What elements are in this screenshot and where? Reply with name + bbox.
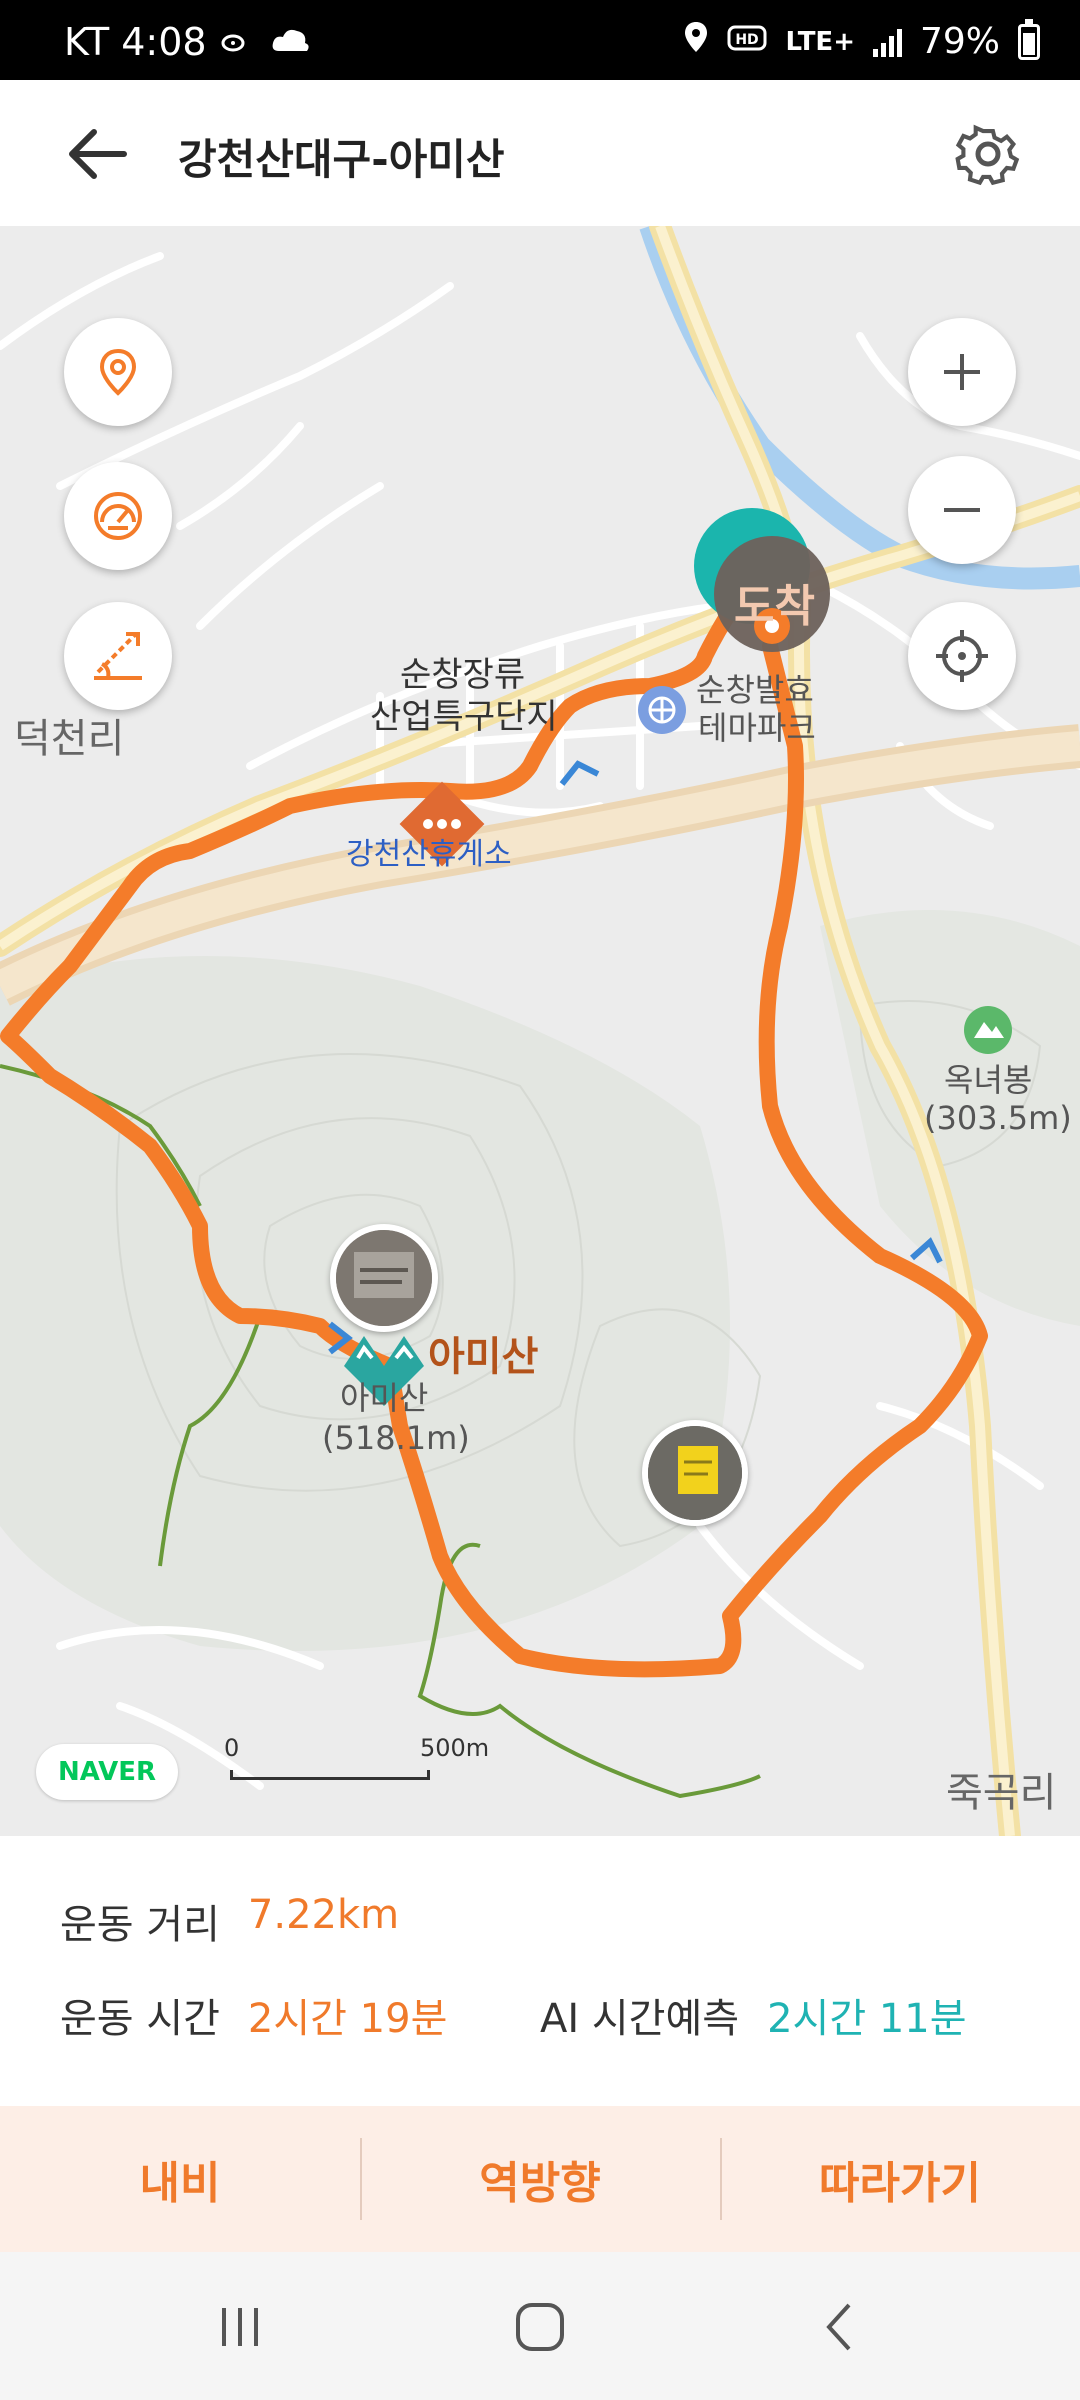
svg-text:HD: HD bbox=[736, 32, 759, 48]
signal-icon bbox=[872, 27, 902, 57]
photo-marker-summit[interactable] bbox=[330, 1224, 438, 1332]
industrial-label-l2: 산업특구단지 bbox=[370, 697, 558, 737]
distance-label: 운동 거리 bbox=[60, 1902, 220, 1948]
elevation-icon bbox=[94, 632, 142, 680]
location-pin-button[interactable] bbox=[64, 318, 172, 426]
settings-button[interactable] bbox=[952, 118, 1024, 190]
hd-icon: HD bbox=[727, 21, 767, 62]
back-button[interactable] bbox=[64, 124, 134, 184]
speedometer-button[interactable] bbox=[64, 462, 172, 570]
time-label: 운동 시간 bbox=[60, 1996, 220, 2042]
home-button[interactable] bbox=[500, 2292, 580, 2362]
amisan-label: 아미산 bbox=[340, 1379, 429, 1417]
oknyeobong-elevation: (303.5m) bbox=[924, 1099, 1072, 1137]
amisan-title: 아미산 bbox=[428, 1334, 539, 1380]
action-bar: 내비 역방향 따라가기 bbox=[0, 2106, 1080, 2252]
my-location-button[interactable] bbox=[908, 602, 1016, 710]
cloud-icon bbox=[271, 20, 311, 64]
zoom-in-button[interactable] bbox=[908, 318, 1016, 426]
system-nav-bar bbox=[0, 2252, 1080, 2400]
zoom-out-button[interactable] bbox=[908, 456, 1016, 564]
region-label-bottom: 죽곡리 bbox=[946, 1770, 1057, 1816]
shoe-icon bbox=[221, 20, 257, 64]
page-title: 강천산대구-아미산 bbox=[178, 135, 505, 184]
map-view[interactable]: 덕천리 죽곡리 순창장류 산업특구단지 순창발효 테마파크 강천산휴게소 아미산… bbox=[0, 226, 1080, 1836]
mountain-icon bbox=[964, 1006, 1012, 1054]
time-row: 운동 시간 2시간 19분 bbox=[60, 1986, 447, 2044]
map-scale: 0 500m bbox=[220, 1734, 490, 1784]
crosshair-icon bbox=[936, 630, 988, 682]
naver-logo: NAVER bbox=[36, 1744, 178, 1800]
recent-apps-button[interactable] bbox=[200, 2292, 280, 2362]
back-chevron-icon bbox=[826, 2303, 851, 2351]
region-label-left: 덕천리 bbox=[14, 716, 125, 762]
reverse-button[interactable]: 역방향 bbox=[360, 2106, 720, 2252]
distance-row: 운동 거리 7.22km bbox=[60, 1892, 399, 1950]
scale-start: 0 bbox=[224, 1734, 240, 1762]
scale-end: 500m bbox=[420, 1734, 490, 1762]
ai-time-value: 2시간 11분 bbox=[767, 1996, 967, 2042]
oknyeobong-label: 옥녀봉 bbox=[944, 1061, 1033, 1099]
speedometer-icon bbox=[94, 492, 142, 540]
rest-area-label: 강천산휴게소 bbox=[346, 837, 512, 872]
home-icon bbox=[516, 2303, 564, 2351]
ai-prediction-row: AI 시간예측 2시간 11분 bbox=[540, 1986, 967, 2044]
elevation-button[interactable] bbox=[64, 602, 172, 710]
gear-icon bbox=[955, 124, 1020, 186]
plus-icon bbox=[944, 354, 980, 390]
battery-percent: 79% bbox=[919, 21, 1000, 62]
battery-icon bbox=[1018, 18, 1040, 60]
recent-apps-icon bbox=[222, 2308, 258, 2346]
network-label: LTE+ bbox=[785, 26, 855, 57]
location-icon bbox=[683, 20, 709, 63]
carrier-time: KT 4:08 bbox=[64, 20, 207, 64]
scale-bar bbox=[230, 1770, 430, 1780]
photo-marker-sign[interactable] bbox=[642, 1420, 748, 1526]
map-canvas bbox=[0, 226, 1080, 1836]
theme-park-label-l2: 테마파크 bbox=[698, 709, 816, 747]
navi-button[interactable]: 내비 bbox=[0, 2106, 360, 2252]
back-nav-button[interactable] bbox=[800, 2292, 880, 2362]
app-header: 강천산대구-아미산 bbox=[0, 80, 1080, 226]
amisan-elevation: (518.1m) bbox=[322, 1419, 470, 1457]
back-arrow-icon bbox=[69, 129, 127, 179]
ai-time-label: AI 시간예측 bbox=[540, 1996, 740, 2042]
distance-value: 7.22km bbox=[247, 1892, 400, 1938]
follow-button[interactable]: 따라가기 bbox=[720, 2106, 1080, 2252]
map-pin-icon bbox=[99, 348, 137, 396]
status-bar: KT 4:08 HD LTE+ 79% bbox=[0, 0, 1080, 80]
time-value: 2시간 19분 bbox=[247, 1996, 448, 2042]
minus-icon bbox=[944, 508, 980, 512]
arrival-label: 도착 bbox=[734, 581, 815, 632]
industrial-label-l1: 순창장류 bbox=[400, 655, 526, 695]
ferris-wheel-icon bbox=[638, 686, 686, 734]
theme-park-label-l1: 순창발효 bbox=[696, 671, 814, 709]
workout-info-panel: 운동 거리 7.22km 운동 시간 2시간 19분 AI 시간예측 2시간 1… bbox=[0, 1836, 1080, 2106]
